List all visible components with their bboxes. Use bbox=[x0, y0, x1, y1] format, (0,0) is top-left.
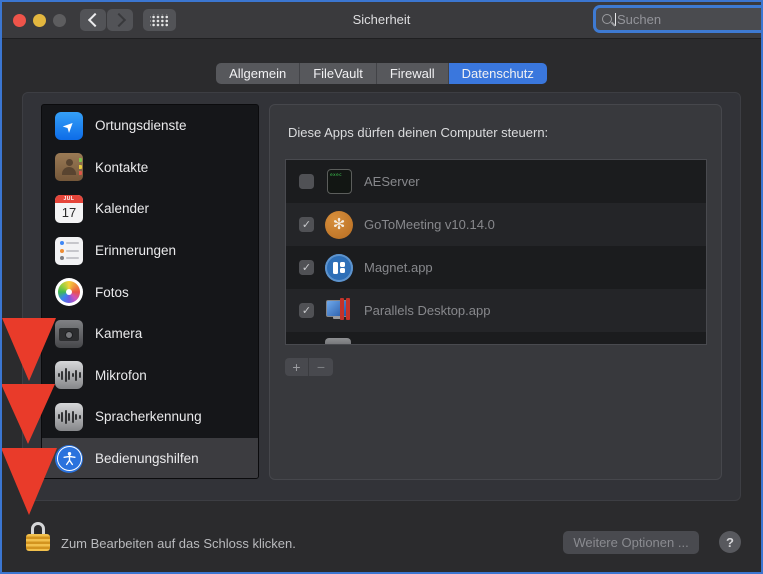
parallels-icon bbox=[325, 297, 353, 325]
accessibility-icon bbox=[55, 445, 83, 473]
sidebar-item-label: Kontakte bbox=[95, 160, 148, 175]
camera-icon bbox=[55, 320, 83, 348]
sidebar-item-ortungsdienste[interactable]: ➤ Ortungsdienste bbox=[42, 105, 258, 147]
app-row-gotomeeting-v10-14-0[interactable]: ✓ ✻ GoToMeeting v10.14.0 bbox=[286, 203, 706, 246]
aeserver-icon: exec bbox=[327, 169, 352, 194]
sidebar-item-label: Fotos bbox=[95, 285, 129, 300]
system-preferences-window: Sicherheit Suchen AllgemeinFileVaultFire… bbox=[0, 0, 763, 574]
terminal-text-glyph: exec bbox=[330, 173, 342, 178]
partial-app-icon bbox=[325, 338, 351, 345]
magnet-icon bbox=[325, 254, 353, 282]
text-cursor bbox=[615, 13, 616, 26]
lock-icon[interactable] bbox=[26, 522, 50, 559]
titlebar: Sicherheit Suchen bbox=[0, 0, 763, 39]
microphone-icon bbox=[55, 361, 83, 389]
accessibility-figure-glyph bbox=[61, 450, 78, 467]
sidebar-item-label: Mikrofon bbox=[95, 368, 147, 383]
sidebar-item-kontakte[interactable]: Kontakte bbox=[42, 147, 258, 189]
app-row-partial bbox=[286, 332, 706, 345]
navigation-arrow-glyph: ➤ bbox=[59, 117, 79, 137]
sidebar-item-label: Ortungsdienste bbox=[95, 118, 187, 133]
sidebar-item-label: Erinnerungen bbox=[95, 243, 176, 258]
camera-body-glyph bbox=[59, 328, 79, 341]
person-silhouette-glyph bbox=[60, 159, 78, 175]
app-row-parallels-desktop-app[interactable]: ✓ Parallels Desktop.app bbox=[286, 289, 706, 332]
lock-hint-text: Zum Bearbeiten auf das Schloss klicken. bbox=[61, 536, 296, 551]
sidebar-item-label: Kalender bbox=[95, 201, 149, 216]
waveform-glyph bbox=[58, 368, 81, 382]
calendar-day-glyph: 17 bbox=[55, 203, 83, 223]
tab-datenschutz[interactable]: Datenschutz bbox=[449, 63, 547, 84]
app-name: GoToMeeting v10.14.0 bbox=[364, 217, 495, 232]
tab-allgemein[interactable]: Allgemein bbox=[216, 63, 300, 84]
speech-icon bbox=[55, 403, 83, 431]
add-remove-group: + − bbox=[285, 358, 333, 376]
waveform-glyph bbox=[58, 410, 81, 424]
sidebar-item-erinnerungen[interactable]: Erinnerungen bbox=[42, 230, 258, 272]
privacy-category-list: ➤ Ortungsdienste Kontakte JUL17 Kalender Erin… bbox=[41, 104, 259, 479]
search-placeholder: Suchen bbox=[617, 12, 661, 27]
sidebar-item-label: Spracherkennung bbox=[95, 409, 202, 424]
app-checkbox[interactable] bbox=[299, 174, 314, 189]
sidebar-item-spracherkennung[interactable]: Spracherkennung bbox=[42, 396, 258, 438]
sidebar-item-fotos[interactable]: Fotos bbox=[42, 271, 258, 313]
app-checkbox[interactable]: ✓ bbox=[299, 260, 314, 275]
app-row-magnet-app[interactable]: ✓ Magnet.app bbox=[286, 246, 706, 289]
sidebar-item-label: Bedienungshilfen bbox=[95, 451, 199, 466]
parallel-bars-glyph bbox=[340, 298, 344, 320]
app-name: AEServer bbox=[364, 174, 420, 189]
tab-filevault[interactable]: FileVault bbox=[300, 63, 377, 84]
sidebar-item-kamera[interactable]: Kamera bbox=[42, 313, 258, 355]
lock-body bbox=[26, 534, 50, 551]
contacts-icon bbox=[55, 153, 83, 181]
help-button[interactable]: ? bbox=[719, 531, 741, 553]
privacy-detail-panel: Diese Apps dürfen deinen Computer steuer… bbox=[269, 104, 722, 480]
sidebar-item-kalender[interactable]: JUL17 Kalender bbox=[42, 188, 258, 230]
preferences-panel: ➤ Ortungsdienste Kontakte JUL17 Kalender Erin… bbox=[22, 92, 741, 501]
sidebar-item-bedienungshilfen[interactable]: Bedienungshilfen bbox=[42, 438, 258, 479]
add-app-button[interactable]: + bbox=[285, 358, 309, 376]
sidebar-item-mikrofon[interactable]: Mikrofon bbox=[42, 355, 258, 397]
app-row-aeserver[interactable]: exec AEServer bbox=[286, 160, 706, 203]
panel-description: Diese Apps dürfen deinen Computer steuer… bbox=[288, 125, 548, 140]
daisy-glyph: ✻ bbox=[333, 217, 346, 232]
search-icon bbox=[602, 14, 612, 24]
sidebar-item-label: Kamera bbox=[95, 326, 142, 341]
color-wheel-glyph bbox=[58, 281, 80, 303]
app-checkbox[interactable]: ✓ bbox=[299, 217, 314, 232]
location-icon: ➤ bbox=[55, 112, 83, 140]
calendar-icon: JUL17 bbox=[55, 195, 83, 223]
app-checkbox[interactable]: ✓ bbox=[299, 303, 314, 318]
reminders-icon bbox=[55, 237, 83, 265]
tab-bar: AllgemeinFileVaultFirewallDatenschutz bbox=[0, 63, 763, 84]
gotomeeting-icon: ✻ bbox=[325, 211, 353, 239]
advanced-options-button[interactable]: Weitere Optionen ... bbox=[563, 531, 699, 554]
app-permission-list: exec AEServer ✓ ✻ GoToMeeting v10.14.0 ✓ Magne… bbox=[285, 159, 707, 345]
app-name: Parallels Desktop.app bbox=[364, 303, 490, 318]
app-name: Magnet.app bbox=[364, 260, 433, 275]
photos-icon bbox=[55, 278, 83, 306]
remove-app-button[interactable]: − bbox=[309, 358, 333, 376]
window-layout-glyph bbox=[333, 262, 345, 274]
calendar-month-glyph: JUL bbox=[55, 195, 83, 203]
search-input[interactable]: Suchen bbox=[596, 8, 763, 30]
tab-firewall[interactable]: Firewall bbox=[377, 63, 449, 84]
